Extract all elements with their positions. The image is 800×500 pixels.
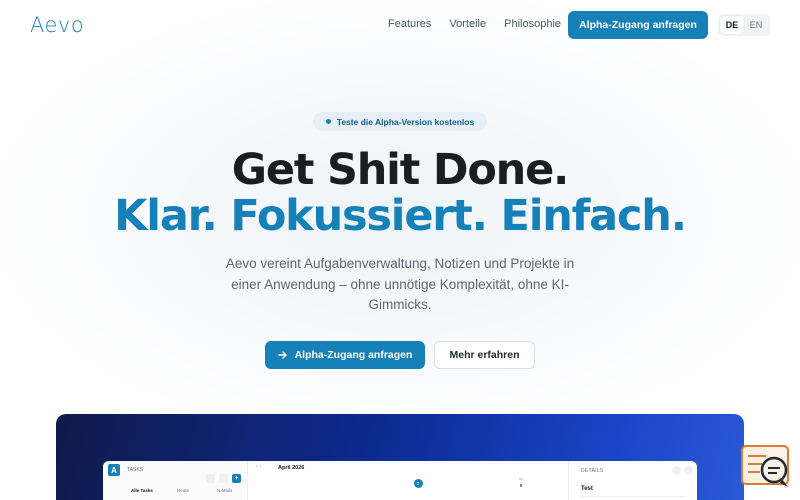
language-switcher: DE EN xyxy=(718,14,770,36)
arrow-right-icon xyxy=(277,351,287,359)
preview-add-icon: + xyxy=(232,474,241,483)
header-cta-button[interactable]: Alpha-Zugang anfragen xyxy=(568,11,708,39)
lang-en-button[interactable]: EN xyxy=(744,16,768,34)
preview-tab-mails: N-Mails xyxy=(217,488,233,493)
hero-primary-button-label: Alpha-Zugang anfragen xyxy=(294,349,413,361)
preview-day: MI 8 xyxy=(514,477,528,488)
preview-day-number: 8 xyxy=(519,483,523,488)
chat-support-button[interactable] xyxy=(740,444,792,490)
nav-link-philosophie[interactable]: Philosophie xyxy=(504,18,561,30)
main-nav: Features Vorteile Philosophie xyxy=(388,18,561,30)
logo-text: Aevo xyxy=(30,13,85,37)
logo[interactable]: Aevo xyxy=(30,12,84,38)
preview-tab-all: Alle Tasks xyxy=(131,488,153,493)
preview-day-label: MI xyxy=(519,477,523,481)
preview-month-arrows-icon: ‹ › xyxy=(256,464,262,470)
preview-sort-icon xyxy=(219,474,228,483)
preview-day-number: 7 xyxy=(413,479,423,488)
chat-support-icon xyxy=(741,445,789,487)
hero-headline-1: Get Shit Done. xyxy=(231,145,570,195)
hero-subtitle: Aevo vereint Aufgabenverwaltung, Notizen… xyxy=(225,256,575,312)
alpha-badge: Teste die Alpha-Version kostenlos xyxy=(313,112,487,131)
preview-details-panel: DETAILS Test xyxy=(568,461,697,500)
preview-sidebar-title: TASKS xyxy=(127,467,144,473)
preview-divider xyxy=(581,496,686,497)
hero-primary-button[interactable]: Alpha-Zugang anfragen xyxy=(265,341,425,369)
preview-logo-icon: A xyxy=(108,464,120,476)
preview-sidebar: A TASKS + Alle Tasks Heute N-Mails xyxy=(103,461,248,500)
preview-details-task: Test xyxy=(581,486,593,492)
hero-secondary-button[interactable]: Mehr erfahren xyxy=(434,341,535,369)
hero-headline-2: Klar. Fokussiert. Einfach. xyxy=(114,191,687,241)
nav-link-features[interactable]: Features xyxy=(388,18,431,30)
site-header: Aevo Features Vorteile Philosophie Alpha… xyxy=(0,0,800,50)
badge-text: Teste die Alpha-Version kostenlos xyxy=(336,116,475,127)
preview-month: April 2026 xyxy=(278,465,305,471)
lang-de-button[interactable]: DE xyxy=(720,16,744,34)
app-preview-window: A TASKS + Alle Tasks Heute N-Mails ‹ › A… xyxy=(103,461,697,500)
preview-filter-icon xyxy=(206,474,215,483)
preview-detail-option-icon xyxy=(672,466,681,475)
preview-tab-today: Heute xyxy=(177,488,190,493)
preview-detail-close-icon xyxy=(684,466,693,475)
badge-dot-icon xyxy=(325,119,331,124)
preview-calendar: ‹ › April 2026 7 MI 8 xyxy=(248,461,568,500)
app-preview: A TASKS + Alle Tasks Heute N-Mails ‹ › A… xyxy=(56,414,744,500)
preview-day: 7 xyxy=(411,477,425,488)
nav-link-vorteile[interactable]: Vorteile xyxy=(449,18,486,30)
preview-details-title: DETAILS xyxy=(581,468,604,474)
